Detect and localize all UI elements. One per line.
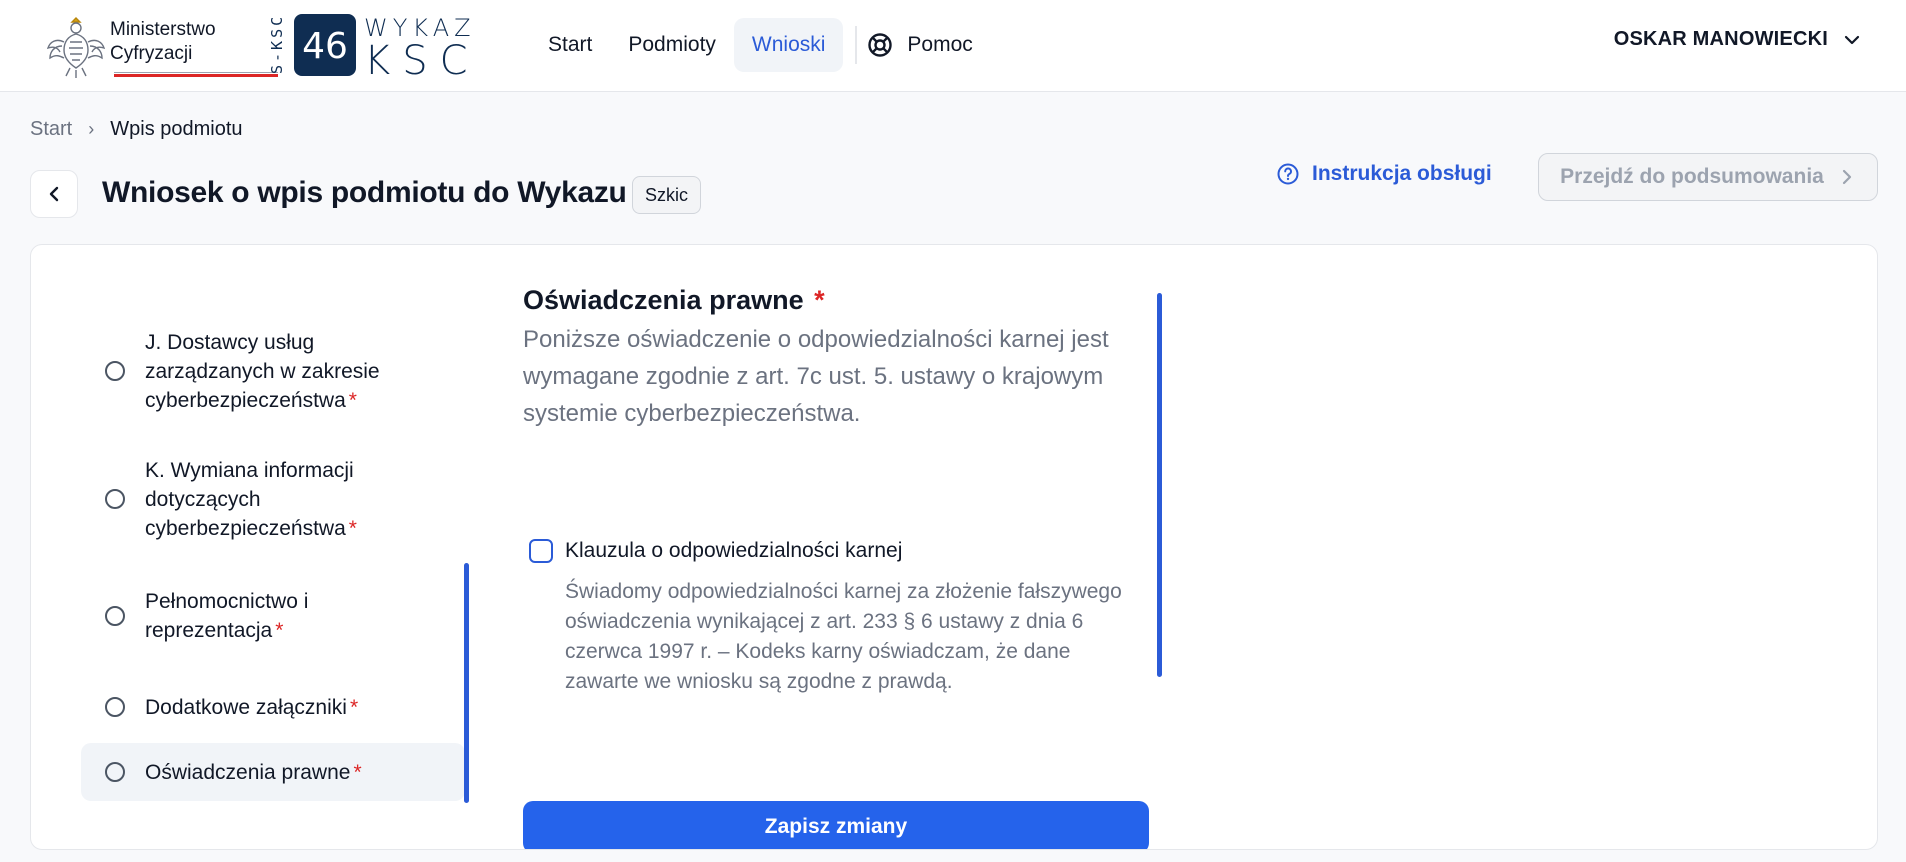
page-title: Wniosek o wpis podmiotu do Wykazu xyxy=(102,176,627,209)
chevron-right-icon xyxy=(1842,169,1851,185)
step-item-k[interactable]: K. Wymiana informacji dotyczących cyberb… xyxy=(81,457,465,541)
step-radio[interactable] xyxy=(105,697,125,717)
section-title: Oświadczenia prawne * xyxy=(523,285,825,315)
user-manual-link[interactable]: Instrukcja obsługi xyxy=(1276,162,1492,186)
user-menu[interactable]: OSKAR MANOWIECKI xyxy=(1614,28,1862,51)
save-changes-button[interactable]: Zapisz zmiany xyxy=(523,801,1149,849)
eagle-emblem-icon xyxy=(46,17,106,78)
lifebuoy-icon xyxy=(868,33,893,57)
nav-divider xyxy=(855,26,858,64)
form-card: J. Dostawcy usług zarządzanych w zakresi… xyxy=(30,244,1878,850)
step-radio[interactable] xyxy=(105,606,125,626)
main-navigation: Start Podmioty Wnioski Pomoc xyxy=(530,18,973,72)
chevron-down-icon xyxy=(1844,35,1860,44)
ministry-flag-underline xyxy=(114,72,278,77)
breadcrumb-current: Wpis podmiotu xyxy=(110,118,243,140)
ministry-name: Ministerstwo Cyfryzacji xyxy=(110,18,216,66)
ministry-name-line2: Cyfryzacji xyxy=(110,43,193,64)
liability-clause-checkbox-row[interactable]: Klauzula o odpowiedzialności karnej xyxy=(529,539,902,563)
nav-wnioski[interactable]: Wnioski xyxy=(733,18,844,72)
step-radio[interactable] xyxy=(105,361,125,381)
go-to-summary-button[interactable]: Przejdź do podsumowania xyxy=(1538,153,1878,201)
question-circle-icon xyxy=(1277,163,1299,185)
legal-statements-section: Oświadczenia prawne * Poniższe oświadcze… xyxy=(523,285,1183,849)
breadcrumb-separator: › xyxy=(88,119,95,139)
back-button[interactable] xyxy=(30,170,78,218)
ksc-side-text: S-KSC xyxy=(268,14,286,74)
ksc-bottom-text: KSC xyxy=(364,38,480,78)
section-scrollbar[interactable] xyxy=(1157,293,1162,677)
ksc-number: 46 xyxy=(302,26,348,67)
step-item-representation[interactable]: Pełnomocnictwo i reprezentacja * xyxy=(81,587,465,645)
liability-clause-text: Świadomy odpowiedzialności karnej za zło… xyxy=(565,580,1122,693)
wykaz-ksc-logo[interactable]: S-KSC 46 WYKAZ KSC xyxy=(268,12,510,78)
step-item-attachments[interactable]: Dodatkowe załączniki * xyxy=(81,679,465,735)
top-navigation-bar: Ministerstwo Cyfryzacji S-KSC 46 WYKAZ K… xyxy=(0,0,1906,92)
nav-start[interactable]: Start xyxy=(530,18,610,72)
go-to-summary-label: Przejdź do podsumowania xyxy=(1560,165,1824,188)
liability-clause-checkbox[interactable] xyxy=(529,539,553,563)
ministry-logo[interactable]: Ministerstwo Cyfryzacji xyxy=(46,12,278,80)
step-label: Oświadczenia prawne * xyxy=(145,760,362,784)
help-label: Pomoc xyxy=(907,33,973,56)
steps-list[interactable]: J. Dostawcy usług zarządzanych w zakresi… xyxy=(81,245,501,805)
step-item-j[interactable]: J. Dostawcy usług zarządzanych w zakresi… xyxy=(81,329,465,413)
ministry-name-line1: Ministerstwo xyxy=(110,19,216,40)
step-label: K. Wymiana informacji dotyczących cyberb… xyxy=(145,458,357,540)
step-label: Pełnomocnictwo i reprezentacja * xyxy=(145,590,309,642)
liability-clause-label[interactable]: Klauzula o odpowiedzialności karnej xyxy=(565,539,902,563)
chevron-left-icon xyxy=(49,186,59,202)
step-label: J. Dostawcy usług zarządzanych w zakresi… xyxy=(145,330,380,412)
step-radio[interactable] xyxy=(105,489,125,509)
step-label: Dodatkowe załączniki * xyxy=(145,695,359,719)
nav-podmioty[interactable]: Podmioty xyxy=(610,18,734,72)
steps-scrollbar[interactable] xyxy=(464,563,469,803)
section-description: Poniższe oświadczenie o odpowiedzialnośc… xyxy=(523,326,1109,427)
nav-help[interactable]: Pomoc xyxy=(867,32,973,58)
breadcrumb-start[interactable]: Start xyxy=(30,118,72,141)
user-manual-label: Instrukcja obsługi xyxy=(1312,162,1492,185)
step-item-legal-statements[interactable]: Oświadczenia prawne * xyxy=(81,743,465,801)
user-name: OSKAR MANOWIECKI xyxy=(1613,28,1828,50)
status-badge: Szkic xyxy=(632,176,702,214)
step-radio[interactable] xyxy=(105,762,125,782)
breadcrumb: Start › Wpis podmiotu xyxy=(30,118,243,141)
